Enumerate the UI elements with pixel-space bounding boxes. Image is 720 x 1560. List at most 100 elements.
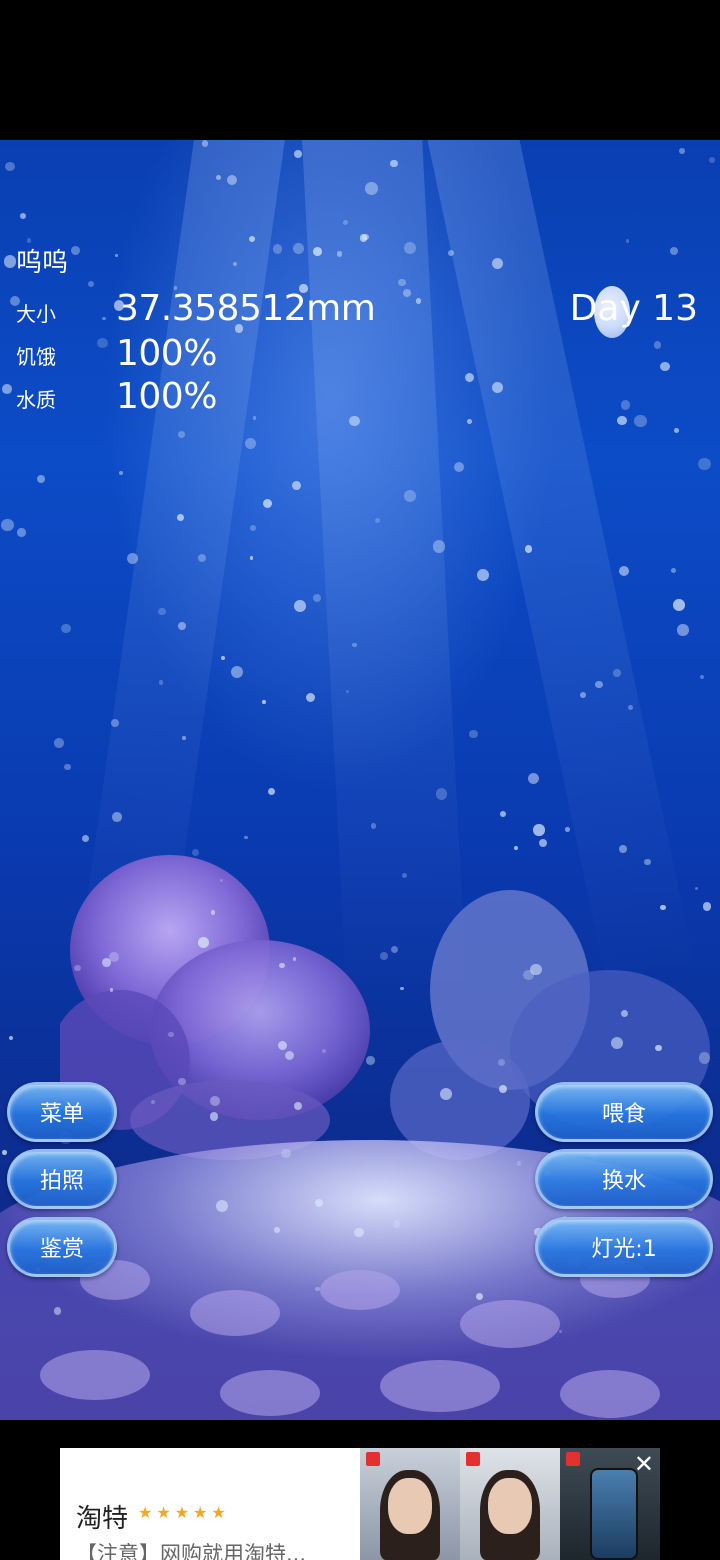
bubble bbox=[565, 827, 570, 833]
bubble bbox=[61, 624, 71, 634]
bubble bbox=[294, 150, 303, 158]
bubble bbox=[627, 704, 634, 711]
bubble bbox=[533, 824, 545, 836]
bubble bbox=[285, 1050, 295, 1060]
bubble bbox=[354, 1227, 364, 1238]
bubble bbox=[210, 910, 216, 915]
size-value: 37.358512mm bbox=[116, 288, 376, 329]
bubble bbox=[294, 600, 306, 612]
bubble bbox=[5, 161, 15, 172]
bubble bbox=[192, 849, 200, 857]
photo-button[interactable]: 拍照 bbox=[7, 1149, 117, 1209]
bubble bbox=[522, 969, 534, 981]
bubble bbox=[182, 735, 186, 740]
bubble bbox=[114, 253, 119, 258]
bubble bbox=[580, 692, 587, 699]
bubble bbox=[403, 242, 416, 254]
bubble bbox=[250, 525, 257, 531]
bubble bbox=[390, 946, 398, 954]
bubble bbox=[215, 175, 221, 181]
hunger-label: 饥饿 bbox=[16, 345, 56, 369]
bubble bbox=[365, 1056, 375, 1065]
bubble bbox=[436, 788, 448, 800]
change-water-button[interactable]: 换水 bbox=[535, 1149, 713, 1209]
bubble bbox=[679, 148, 685, 155]
bubble bbox=[177, 622, 186, 631]
bubble bbox=[415, 298, 422, 304]
bubble bbox=[439, 1088, 452, 1101]
bubble bbox=[524, 545, 533, 553]
ad-banner[interactable]: 淘特 ★★★★★ 【注意】网购就用淘特... ✕ bbox=[60, 1448, 660, 1560]
bubble bbox=[291, 481, 301, 491]
bubble bbox=[262, 700, 266, 704]
light-button[interactable]: 灯光:1 bbox=[535, 1217, 713, 1277]
bubble bbox=[87, 281, 94, 288]
bubble bbox=[402, 288, 412, 298]
bubble bbox=[198, 936, 209, 948]
bubble bbox=[150, 1099, 155, 1104]
bubble bbox=[3, 255, 17, 268]
pet-name: 呜呜 bbox=[16, 248, 69, 278]
bubble bbox=[102, 316, 106, 321]
bubble bbox=[209, 1111, 219, 1121]
bubble bbox=[252, 416, 257, 420]
ad-text: 【注意】网购就用淘特... bbox=[76, 1542, 307, 1560]
bubble bbox=[708, 157, 715, 163]
bubble bbox=[659, 361, 670, 372]
bubble bbox=[620, 400, 631, 410]
bubble bbox=[527, 772, 539, 784]
ad-brand: 淘特 bbox=[76, 1504, 129, 1534]
size-label: 大小 bbox=[16, 302, 56, 326]
water-quality-label: 水质 bbox=[16, 388, 56, 412]
bubble bbox=[281, 1149, 291, 1159]
feed-button[interactable]: 喂食 bbox=[535, 1082, 713, 1142]
bubble bbox=[274, 1227, 281, 1234]
bubble bbox=[244, 835, 248, 840]
bubble bbox=[2, 384, 12, 395]
bubble bbox=[64, 763, 72, 771]
bubble bbox=[698, 457, 712, 471]
bubble bbox=[698, 1052, 711, 1064]
bubble bbox=[342, 219, 349, 226]
bubble bbox=[398, 278, 407, 287]
bubble bbox=[277, 1040, 288, 1051]
bubble bbox=[499, 810, 507, 818]
bubble bbox=[112, 812, 122, 823]
bubble bbox=[702, 902, 712, 911]
appreciate-button[interactable]: 鉴赏 bbox=[7, 1217, 117, 1277]
bubble bbox=[109, 952, 119, 962]
bubble bbox=[466, 419, 472, 425]
bubble bbox=[168, 1031, 174, 1038]
bubble bbox=[17, 528, 26, 537]
bubble bbox=[313, 247, 323, 257]
bubble bbox=[660, 904, 667, 911]
bubble bbox=[118, 470, 124, 476]
bubble bbox=[292, 957, 297, 961]
bubble bbox=[321, 1048, 326, 1053]
ad-thumbnail bbox=[360, 1448, 460, 1560]
bubble bbox=[177, 513, 185, 521]
bubble bbox=[370, 823, 376, 829]
bubble bbox=[404, 490, 416, 502]
bubble bbox=[244, 437, 257, 450]
bubble bbox=[70, 245, 80, 256]
bubble bbox=[453, 461, 464, 472]
menu-button[interactable]: 菜单 bbox=[7, 1082, 117, 1142]
bubble bbox=[625, 239, 630, 244]
bubble bbox=[464, 372, 475, 383]
ad-thumbnail bbox=[460, 1448, 560, 1560]
bubble bbox=[97, 337, 108, 349]
bubble bbox=[267, 787, 276, 796]
bubble bbox=[390, 160, 398, 168]
bubble bbox=[677, 624, 689, 636]
close-icon[interactable]: ✕ bbox=[634, 1450, 654, 1478]
day-counter: Day 13 bbox=[569, 288, 698, 329]
bubble bbox=[306, 692, 316, 702]
bubble bbox=[669, 247, 678, 256]
bubble bbox=[53, 1307, 61, 1315]
bubble bbox=[349, 415, 360, 427]
bubble bbox=[201, 140, 209, 147]
bubble bbox=[292, 243, 304, 255]
bubble bbox=[477, 568, 490, 581]
bubble bbox=[109, 988, 113, 992]
